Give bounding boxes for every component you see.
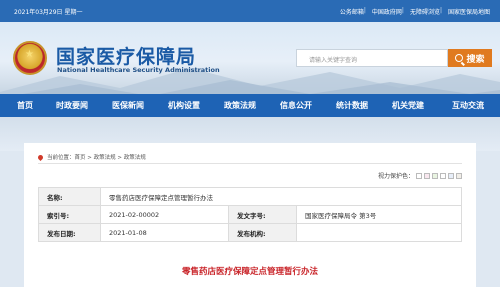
vision-label: 视力保护色： [378, 173, 415, 180]
org-label: 发布机构: [228, 223, 297, 242]
date-value: 2021-01-08 [100, 223, 229, 242]
index-label: 索引号: [38, 205, 101, 224]
docno-value: 国家医疗保障局令 第3号 [296, 205, 462, 224]
docno-label: 发文字号: [228, 205, 297, 224]
link-accessibility[interactable]: 无障碍浏览 [410, 7, 440, 16]
divider [38, 163, 462, 164]
document-title: 零售药店医疗保障定点管理暂行办法 [181, 267, 318, 277]
color-swatch-white[interactable] [416, 172, 423, 179]
separator: | [401, 7, 404, 14]
site-header: ★ 国家医疗保障局 National Healthcare Security A… [0, 22, 500, 94]
search-icon [455, 54, 464, 62]
nav-party[interactable]: 机关党建 [380, 94, 436, 117]
nav-disclosure[interactable]: 信息公开 [268, 94, 324, 117]
search-button[interactable]: 搜索 [448, 49, 492, 67]
main-nav: 首页 时政要闻 医保新闻 机构设置 政策法规 信息公开 统计数据 机关党建 互动… [0, 94, 500, 117]
color-swatch-green[interactable] [432, 172, 439, 179]
link-email[interactable]: 公务邮箱 [340, 7, 364, 16]
name-label: 名称: [38, 187, 101, 206]
top-links: 公务邮箱 | 中国政府网 | 无障碍浏览 | 国家医保局地图 [340, 7, 490, 16]
color-swatch-pink[interactable] [424, 172, 431, 179]
org-value [296, 223, 462, 242]
nav-home[interactable]: 首页 [0, 94, 44, 117]
nav-policy[interactable]: 政策法规 [212, 94, 268, 117]
color-swatch-beige[interactable] [456, 172, 463, 179]
nav-org[interactable]: 机构设置 [156, 94, 212, 117]
current-date: 2021年03月29日 星期一 [14, 9, 83, 16]
top-bar: 2021年03月29日 星期一 公务邮箱 | 中国政府网 | 无障碍浏览 | 国家医保… [0, 0, 500, 22]
vision-protection: 视力保护色： [378, 171, 463, 180]
link-sitemap[interactable]: 国家医保局地图 [448, 7, 490, 16]
name-value: 零售药店医疗保障定点管理暂行办法 [100, 187, 462, 206]
color-swatch-blue[interactable] [448, 172, 455, 179]
search-button-label: 搜索 [466, 54, 485, 65]
breadcrumb: 当前位置：首页 > 政策法规 > 政策法规 [36, 153, 146, 161]
table-row: 索引号: 2021-02-00002 发文字号: 国家医疗保障局令 第3号 [38, 205, 462, 224]
site-title[interactable]: 国家医疗保障局 [56, 42, 196, 69]
date-label: 发布日期: [38, 223, 101, 242]
link-gov[interactable]: 中国政府网 [372, 7, 402, 16]
content-panel: 当前位置：首页 > 政策法规 > 政策法规 视力保护色： 名称: 零售药店医疗保… [24, 143, 476, 287]
separator: | [363, 7, 366, 14]
site-title-en: National Healthcare Security Administrat… [57, 66, 220, 74]
table-row: 发布日期: 2021-01-08 发布机构: [38, 223, 462, 242]
search-input[interactable]: 请输入关键字查询 [296, 49, 448, 67]
nav-news[interactable]: 时政要闻 [44, 94, 100, 117]
breadcrumb-text[interactable]: 当前位置：首页 > 政策法规 > 政策法规 [47, 153, 146, 161]
nav-insurance-news[interactable]: 医保新闻 [100, 94, 156, 117]
color-swatch-white-2[interactable] [440, 172, 447, 179]
national-emblem-icon: ★ [13, 41, 47, 75]
nav-interaction[interactable]: 互动交流 [436, 94, 500, 117]
table-row: 名称: 零售药店医疗保障定点管理暂行办法 [38, 187, 462, 206]
index-value: 2021-02-00002 [100, 205, 229, 224]
location-icon [36, 153, 45, 161]
document-info-table: 名称: 零售药店医疗保障定点管理暂行办法 索引号: 2021-02-00002 … [38, 187, 462, 242]
nav-statistics[interactable]: 统计数据 [324, 94, 380, 117]
separator: | [439, 7, 442, 14]
